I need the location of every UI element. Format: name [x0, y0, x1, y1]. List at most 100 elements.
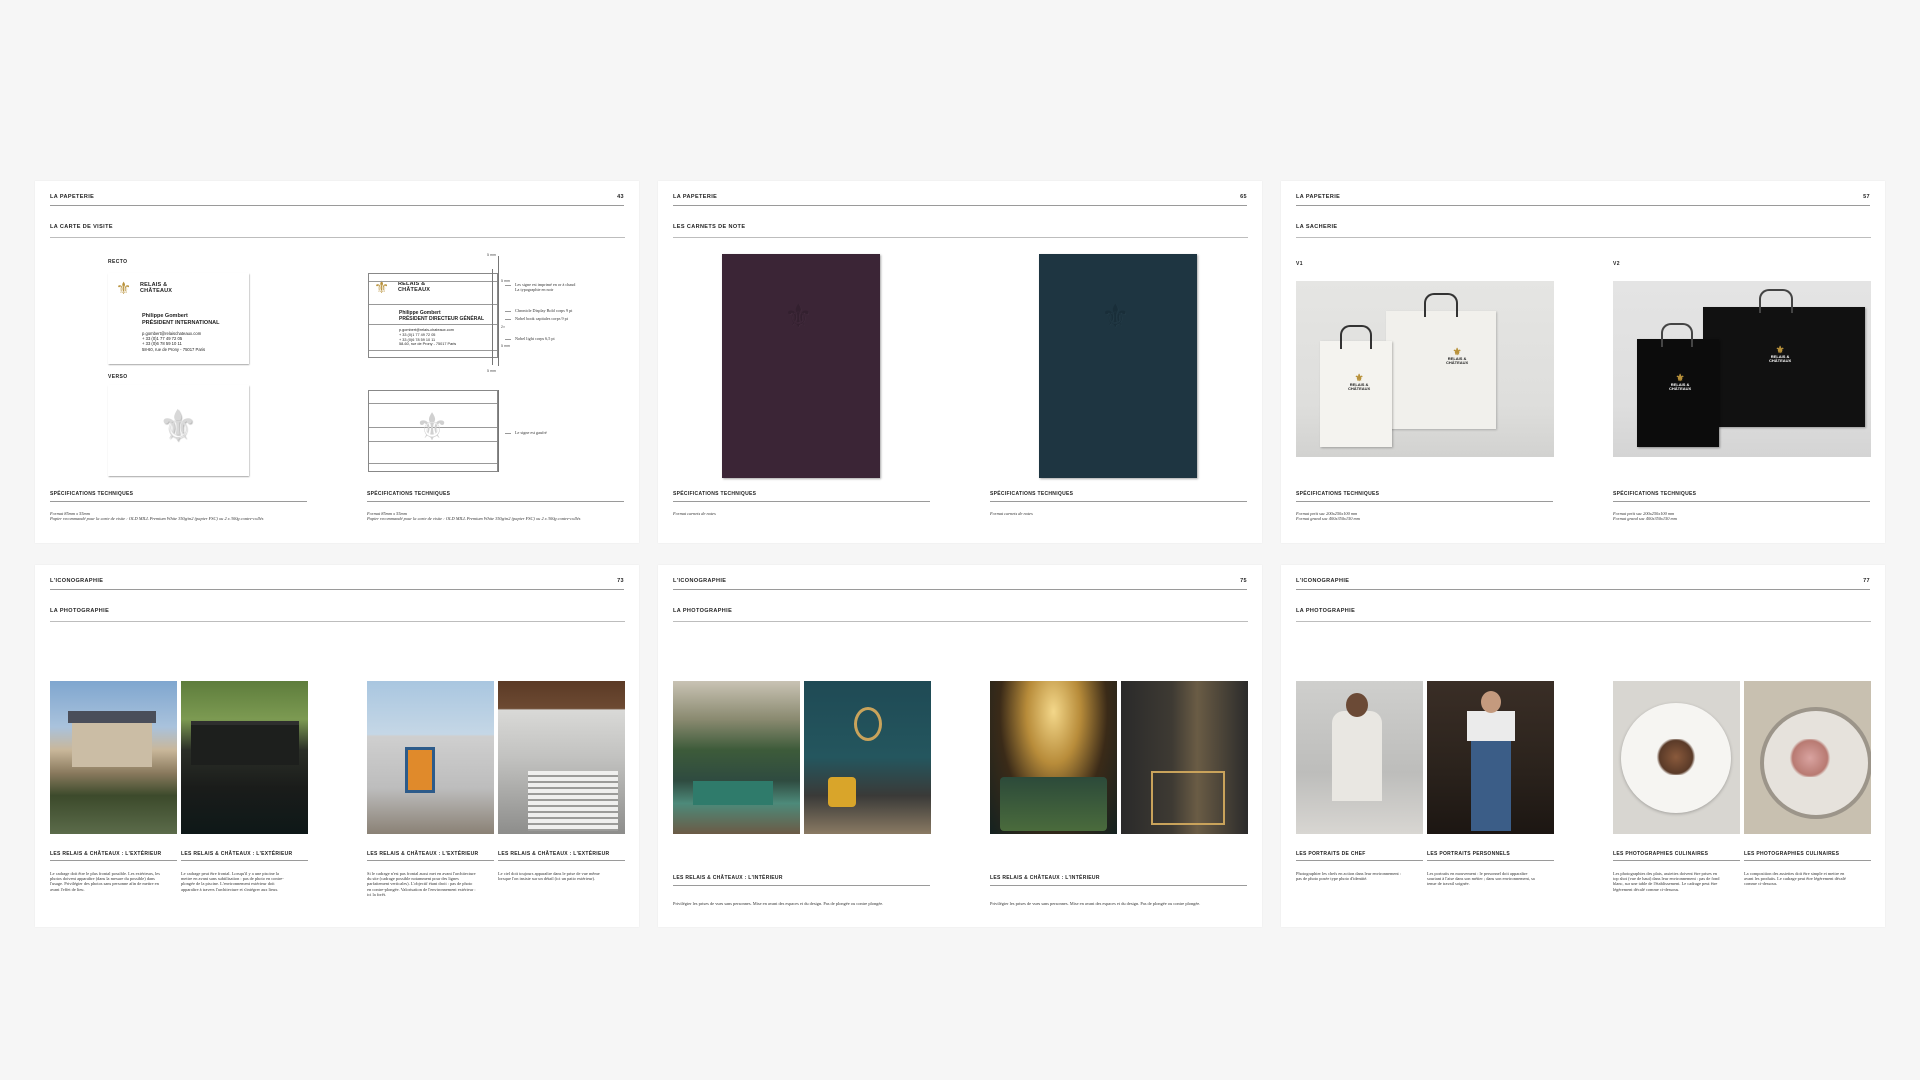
header-rule [1296, 205, 1870, 206]
bag-logo: ⚜ RELAIS & CHÂTEAUX [1348, 373, 1371, 391]
annotation-text: Les signe est imprimé en or à chaud La ty… [515, 282, 576, 292]
specs-title: SPÉCIFICATIONS TECHNIQUES [990, 491, 1074, 497]
dimension-label: 5 mm [501, 279, 510, 283]
caption-text: La composition des assiettes doit être s… [1744, 871, 1846, 887]
food [1788, 739, 1832, 777]
header-rule [50, 205, 624, 206]
photo-dish-1 [1613, 681, 1740, 834]
bag-logo: ⚜ RELAIS & CHÂTEAUX [1669, 373, 1692, 391]
caption-rule [1744, 860, 1871, 861]
notebook-plum: ⚜ [722, 254, 880, 478]
section-title: LA PAPETERIE [673, 194, 718, 200]
caption-rule [990, 885, 1247, 886]
caption-text: Les photographies des plats, assiettes d… [1613, 871, 1720, 892]
diagram-contact: p.gombert@relais-chateaux.com + 33 (0)1 7… [399, 328, 457, 347]
caption-title: LES RELAIS & CHÂTEAUX : L'EXTÉRIEUR [367, 851, 479, 857]
section-title: L'ICONOGRAPHIE [50, 578, 104, 584]
caption-title: LES PHOTOGRAPHIES CULINAIRES [1613, 851, 1709, 857]
verso-label: VERSO [108, 374, 128, 380]
business-card-front: ⚜ RELAIS & CHÂTEAUX Philippe Gombert PRÉSI… [108, 273, 249, 364]
chef-figure [1332, 711, 1382, 801]
specs-text: Format carnets de notes [673, 511, 716, 516]
business-card-back: ⚜ [108, 385, 249, 476]
bag-photo-black: ⚜ RELAIS & CHÂTEAUX ⚜ RELAIS & CHÂTEAUX [1613, 281, 1871, 457]
dimension-line [492, 269, 493, 365]
page-header: L'ICONOGRAPHIE 77 [1296, 578, 1870, 588]
section-title: L'ICONOGRAPHIE [673, 578, 727, 584]
photo-chef-portrait [1296, 681, 1423, 834]
caption-title: LES RELAIS & CHÂTEAUX : L'INTÉRIEUR [990, 875, 1100, 881]
orange-door [405, 747, 435, 793]
pool-water [1000, 777, 1107, 831]
card-contact: p.gombert@relaischateaux.com + 33 (0)1 77… [142, 331, 206, 352]
embossed-fleur-icon: ⚜ [415, 407, 450, 449]
page-header: LA PAPETERIE 57 [1296, 194, 1870, 204]
specs-rule [1296, 501, 1553, 502]
photo-pool-interior [990, 681, 1117, 834]
specs-rule [367, 501, 624, 502]
subtitle-rule [50, 237, 625, 238]
bag-handle [1661, 323, 1693, 347]
caption-rule [50, 860, 177, 861]
specs-text: Format petit sac 200x250x100 mm Format g… [1613, 511, 1677, 522]
page-header: L'ICONOGRAPHIE 73 [50, 578, 624, 588]
spread-page-bags: LA PAPETERIE 57 LA SACHERIE V1 ⚜ RELAIS &… [1281, 181, 1885, 543]
section-title: LA PAPETERIE [1296, 194, 1341, 200]
fleur-de-lis-icon: ⚜ [116, 279, 132, 298]
caption-title: LES PORTRAITS DE CHEF [1296, 851, 1366, 857]
photo-chateau [50, 681, 177, 834]
spread-page-business-card: LA PAPETERIE 43 LA CARTE DE VISITE RECTO… [35, 181, 639, 543]
caption-text: Privilégier les prises de vues sans pers… [990, 901, 1201, 906]
brand-name: RELAIS & CHÂTEAUX [140, 282, 173, 294]
annotation-text: Nobel book capitales corps 9 pt [515, 316, 568, 321]
specs-text: Format petit sac 200x250x100 mm Format g… [1296, 511, 1360, 522]
vanity [1151, 771, 1225, 825]
page-subtitle: LES CARNETS DE NOTE [673, 224, 746, 230]
annotation-leader [505, 339, 511, 340]
subtitle-rule [1296, 621, 1871, 622]
caption-rule [1296, 860, 1423, 861]
caption-rule [498, 860, 625, 861]
photo-staff-portrait [1427, 681, 1554, 834]
section-title: L'ICONOGRAPHIE [1296, 578, 1350, 584]
pavilion [191, 721, 299, 765]
yellow-chair [828, 777, 856, 807]
page-header: LA PAPETERIE 65 [673, 194, 1247, 204]
caption-title: LES RELAIS & CHÂTEAUX : L'EXTÉRIEUR [181, 851, 293, 857]
bag-photo-white: ⚜ RELAIS & CHÂTEAUX ⚜ RELAIS & CHÂTEAUX [1296, 281, 1554, 457]
specs-title: SPÉCIFICATIONS TECHNIQUES [367, 491, 451, 497]
notebook-teal: ⚜ [1039, 254, 1197, 478]
spread-page-photo-exterior: L'ICONOGRAPHIE 73 LA PHOTOGRAPHIE LES RE… [35, 565, 639, 927]
annotation-leader [505, 319, 511, 320]
specs-title: SPÉCIFICATIONS TECHNIQUES [50, 491, 134, 497]
guide-line [369, 324, 497, 325]
header-rule [673, 589, 1247, 590]
spread-page-photo-people-food: L'ICONOGRAPHIE 77 LA PHOTOGRAPHIE LES PO… [1281, 565, 1885, 927]
page-subtitle: LA PHOTOGRAPHIE [673, 608, 733, 614]
caption-text: Si le cadrage n'est pas frontal aussi me… [367, 871, 476, 897]
header-rule [50, 589, 624, 590]
caption-text: Le ciel doit toujours apparaître dans le… [498, 871, 600, 882]
specs-rule [50, 501, 307, 502]
staff-head [1481, 691, 1501, 713]
dimension-label: 5 mm [487, 253, 496, 257]
caption-title: LES PORTRAITS PERSONNELS [1427, 851, 1511, 857]
spread-page-notebooks: LA PAPETERIE 65 LES CARNETS DE NOTE ⚜ ⚜ … [658, 181, 1262, 543]
header-rule [673, 205, 1247, 206]
caption-text: Privilégier les prises de vues sans pers… [673, 901, 884, 906]
dimension-line [498, 256, 499, 366]
brand-name: RELAIS & CHÂTEAUX [398, 281, 431, 293]
caption-title: LES RELAIS & CHÂTEAUX : L'EXTÉRIEUR [50, 851, 162, 857]
bag-large [1386, 311, 1496, 429]
photo-patio [498, 681, 625, 834]
shirt [1467, 711, 1515, 741]
page-number: 73 [617, 578, 624, 584]
mirror [854, 707, 882, 741]
page-header: LA PAPETERIE 43 [50, 194, 624, 204]
photo-lounge [804, 681, 931, 834]
page-subtitle: LA PHOTOGRAPHIE [50, 608, 110, 614]
variant-label-v1: V1 [1296, 261, 1303, 267]
subtitle-rule [673, 621, 1248, 622]
specs-title: SPÉCIFICATIONS TECHNIQUES [1613, 491, 1697, 497]
page-subtitle: LA PHOTOGRAPHIE [1296, 608, 1356, 614]
